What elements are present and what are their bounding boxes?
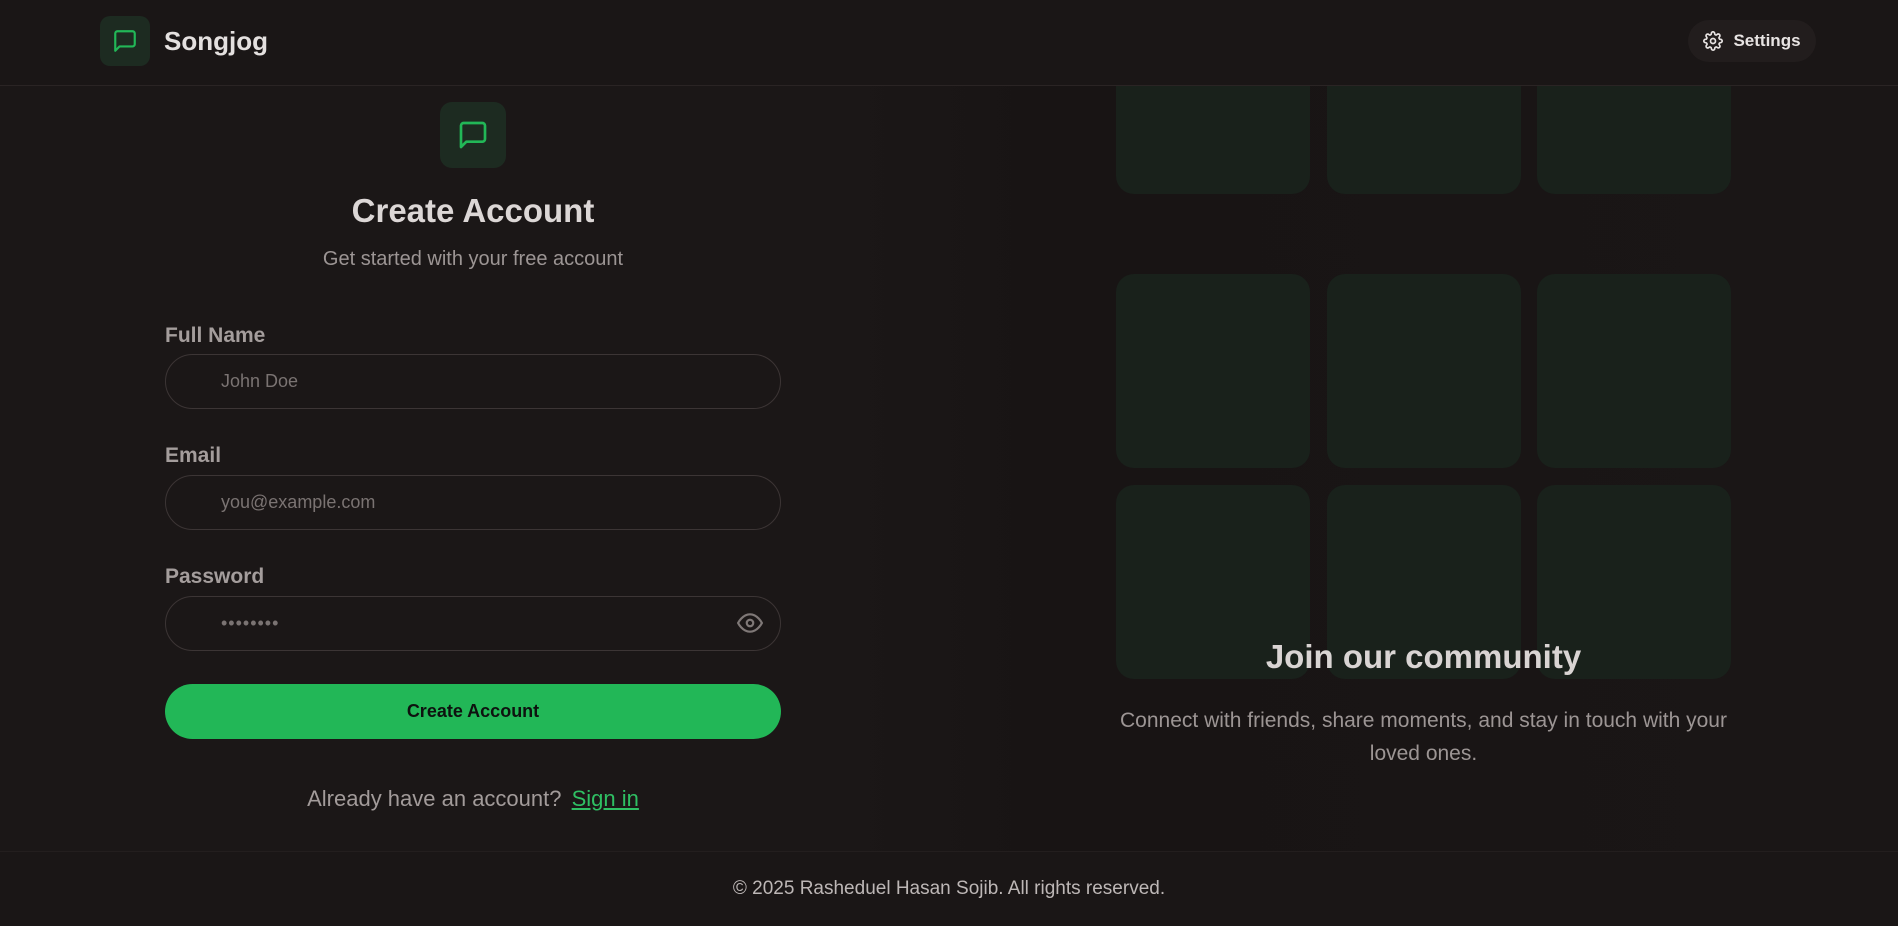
password-input[interactable] xyxy=(165,596,781,651)
community-text: Connect with friends, share moments, and… xyxy=(1120,709,1727,765)
community-tile xyxy=(1116,274,1310,468)
signin-link[interactable]: Sign in xyxy=(572,786,639,811)
settings-label: Settings xyxy=(1733,31,1801,50)
gear-icon xyxy=(1703,31,1724,51)
form-title: Create Account xyxy=(351,192,595,229)
eye-icon[interactable] xyxy=(735,608,765,638)
navbar: Songjog Settings xyxy=(0,0,1898,86)
message-square-icon xyxy=(100,16,150,66)
password-label: Password xyxy=(165,565,265,588)
copyright-text: © 2025 Rasheduel Hasan Sojib. All rights… xyxy=(732,878,1166,899)
footer: © 2025 Rasheduel Hasan Sojib. All rights… xyxy=(0,851,1898,925)
signin-prompt: Already have an account? xyxy=(307,786,562,811)
full-name-label: Full Name xyxy=(165,324,266,347)
form-subtitle: Get started with your free account xyxy=(322,248,624,270)
settings-button[interactable]: Settings xyxy=(1688,20,1816,62)
brand-name: Songjog xyxy=(164,25,268,56)
full-name-input[interactable] xyxy=(165,354,781,409)
email-label: Email xyxy=(165,444,222,467)
message-square-icon xyxy=(440,102,506,168)
community-tile xyxy=(1537,274,1731,468)
community-tile xyxy=(1327,274,1521,468)
signin-row: Already have an account? Sign in xyxy=(165,786,781,812)
email-input[interactable] xyxy=(165,475,781,530)
community-title: Join our community xyxy=(1265,638,1582,675)
main-content: Create Account Get started with your fre… xyxy=(0,0,1898,851)
create-account-button[interactable]: Create Account xyxy=(165,684,781,739)
brand[interactable]: Songjog xyxy=(100,16,268,66)
